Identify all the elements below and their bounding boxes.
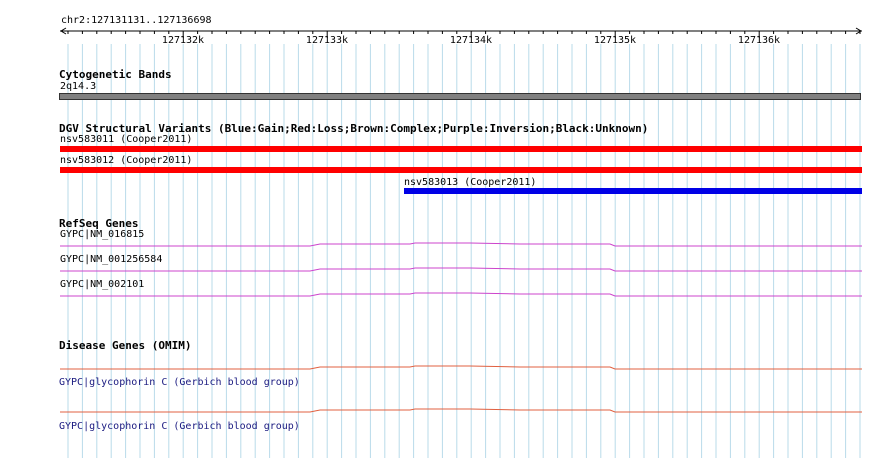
refseq-gene-model — [60, 267, 862, 272]
refseq-gene-model — [60, 242, 862, 247]
omim-gene-model — [60, 365, 862, 370]
omim-gene-model — [60, 408, 862, 413]
refseq-gene-model — [60, 292, 862, 297]
gene-models — [60, 242, 862, 413]
